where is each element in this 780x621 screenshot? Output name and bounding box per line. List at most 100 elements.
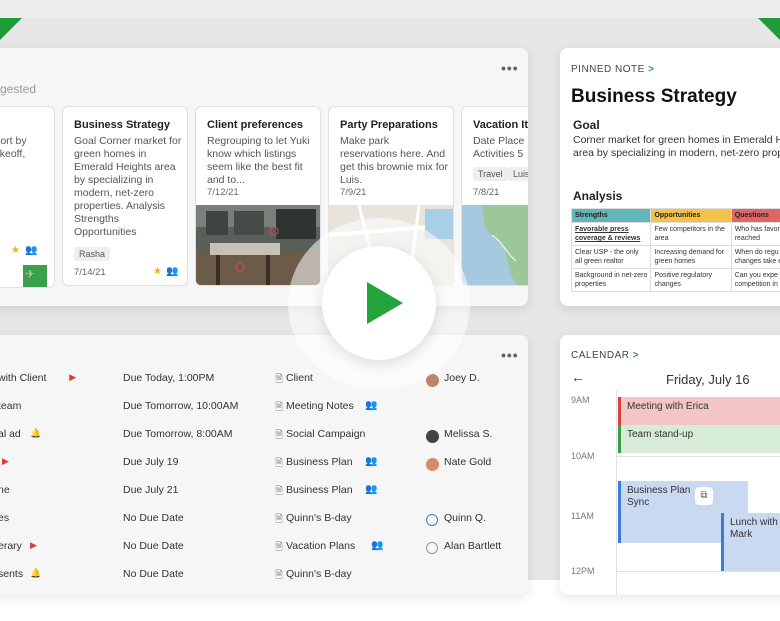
note-tag[interactable]: Rasha [74,247,111,261]
event-title: Business Plan Sync [627,485,691,508]
back-arrow-icon[interactable]: ← [571,369,585,385]
calendar-divider [616,390,617,595]
shared-people-icon: 👥 [166,266,179,277]
flag-icon: ▶ [2,456,9,466]
ticket-image: 7 [0,265,21,287]
goal-heading: Goal [573,118,600,132]
pinned-note-panel: PINNED NOTE > Business Strategy Goal Cor… [560,48,780,306]
task-name: sents [0,568,24,580]
note-card-vacation-itinerary[interactable]: Vacation Iti Date Place I Activities 5 T… [461,106,528,286]
corner-accent-left [0,18,22,40]
task-note-link[interactable]: Meeting Notes [286,400,354,412]
task-due: Due Tomorrow, 10:00AM [123,400,239,412]
notes-more-button[interactable]: ••• [501,60,519,76]
task-note-link[interactable]: Vacation Plans [286,540,355,552]
swot-cell: Background in net-zero properties [570,268,652,292]
event-lunch-with-mark[interactable]: Lunch with Mark [721,513,780,571]
task-note-link[interactable]: Business Plan [286,456,353,468]
task-note-link[interactable]: Social Campaign [286,428,365,440]
swot-cell: When do regu changes take e [730,245,780,269]
note-card-title: Business Strategy [74,119,170,131]
note-card-date: 7/9/21 [340,187,367,198]
calendar-date: Friday, July 16 [666,372,750,387]
swot-cell: Positive regulatory changes [650,268,732,292]
task-name: with Client [0,372,47,384]
tasks-more-button[interactable]: ••• [501,347,519,363]
suggested-label: gested [0,82,37,96]
task-assignee: Nate Gold [444,456,492,468]
swot-cell: Who has favor actually reached [730,222,780,246]
note-card-title: Vacation Iti [473,119,528,131]
task-assignee: Joey D. [444,372,480,384]
task-row[interactable]: es No Due Date 🗎 Quinn's B-day Quinn Q. [0,509,528,529]
task-due: No Due Date [123,540,184,552]
chevron-right-icon: > [632,350,640,361]
task-due: No Due Date [123,512,184,524]
note-icon: 🗎 [275,374,284,385]
hour-label: 10AM [571,451,595,461]
star-icon: ★ [11,245,20,256]
note-card-body: Regrouping to let Yuki know which listin… [207,135,310,186]
calendar-panel: CALENDAR > ← Friday, July 16 9AM 10AM 11… [560,335,780,595]
bell-icon: 🔔 [30,568,42,578]
hour-line [616,571,780,572]
task-row[interactable]: with Client ▶ Due Today, 1:00PM 🗎 Client Joey… [0,369,528,389]
swot-cell: Increasing demand for green homes [650,245,732,269]
note-card-date: 7/14/21 [74,267,106,278]
pinned-note-header[interactable]: PINNED NOTE > [571,64,654,75]
shared-people-icon: 👥 [365,400,378,411]
note-icon: 🗎 [275,430,284,441]
task-row[interactable]: ne Due July 21 🗎 Business Plan 👥 [0,481,528,501]
hour-label: 9AM [571,395,590,405]
task-due: Due Today, 1:00PM [123,372,215,384]
play-video-button[interactable] [322,246,436,360]
task-note-link[interactable]: Business Plan [286,484,353,496]
coast-map-thumbnail [462,205,528,285]
swot-cell: Favorable press coverage & reviews [570,222,652,246]
corner-accent-right [758,18,780,40]
note-card-travel[interactable]: ls rport by takeoff, ★ 👥 7 ✈ [0,106,55,288]
event-team-standup[interactable]: Team stand-up [618,425,780,453]
shared-people-icon: 👥 [365,456,378,467]
event-meeting-with-erica[interactable]: Meeting with Erica [618,397,780,425]
chevron-right-icon: > [648,64,655,75]
task-note-link[interactable]: Client [286,372,313,384]
task-note-link[interactable]: Quinn's B-day [286,512,352,524]
swot-cell: Can you expe competition in [730,268,780,292]
hour-label: 12PM [571,566,595,576]
copy-icon[interactable]: ⧉ [695,487,713,505]
note-card-title: Party Preparations [340,119,438,131]
note-icon: 🗎 [275,570,284,581]
swot-header: Questions [730,208,780,223]
swot-cell: Clear USP - the only all green realtor [570,245,652,269]
play-icon [367,282,403,324]
note-tag[interactable]: Luis [508,167,528,181]
note-icon: 🗎 [275,514,284,525]
swot-cell: Few competitors in the area [650,222,732,246]
star-icon: ★ [153,266,162,277]
calendar-header[interactable]: CALENDAR > [571,350,639,361]
task-row[interactable]: ▶ Due July 19 🗎 Business Plan 👥 Nate Gold [0,453,528,473]
shared-people-icon: 👥 [371,540,384,551]
task-note-link[interactable]: Quinn's B-day [286,568,352,580]
task-name: es [0,512,10,524]
note-icon: 🗎 [275,486,284,497]
task-assignee: Quinn Q. [444,512,487,524]
note-tag[interactable]: Travel [473,167,508,181]
task-row[interactable]: al ad 🔔 Due Tomorrow, 8:00AM 🗎 Social Campai… [0,425,528,445]
task-assignee: Alan Bartlett [444,540,502,552]
task-row[interactable]: erary ▶ No Due Date 🗎 Vacation Plans 👥 Alan Ba… [0,537,528,557]
note-card-body: Make park reservations here. And get thi… [340,135,448,186]
note-card-business-strategy[interactable]: Business Strategy Goal Corner market for… [62,106,188,286]
task-row[interactable]: sents 🔔 No Due Date 🗎 Quinn's B-day [0,565,528,585]
note-icon: 🗎 [275,542,284,553]
flag-icon: ▶ [69,372,77,382]
task-row[interactable]: team Due Tomorrow, 10:00AM 🗎 Meeting Notes 👥 [0,397,528,417]
pinned-note-title: Business Strategy [571,86,737,107]
bell-icon: 🔔 [30,428,42,438]
shared-people-icon: 👥 [365,484,378,495]
swot-header: Opportunities [650,208,732,223]
note-card-body: Goal Corner market for green homes in Em… [74,135,182,238]
hour-line [616,456,780,457]
note-icon: 🗎 [275,458,284,469]
